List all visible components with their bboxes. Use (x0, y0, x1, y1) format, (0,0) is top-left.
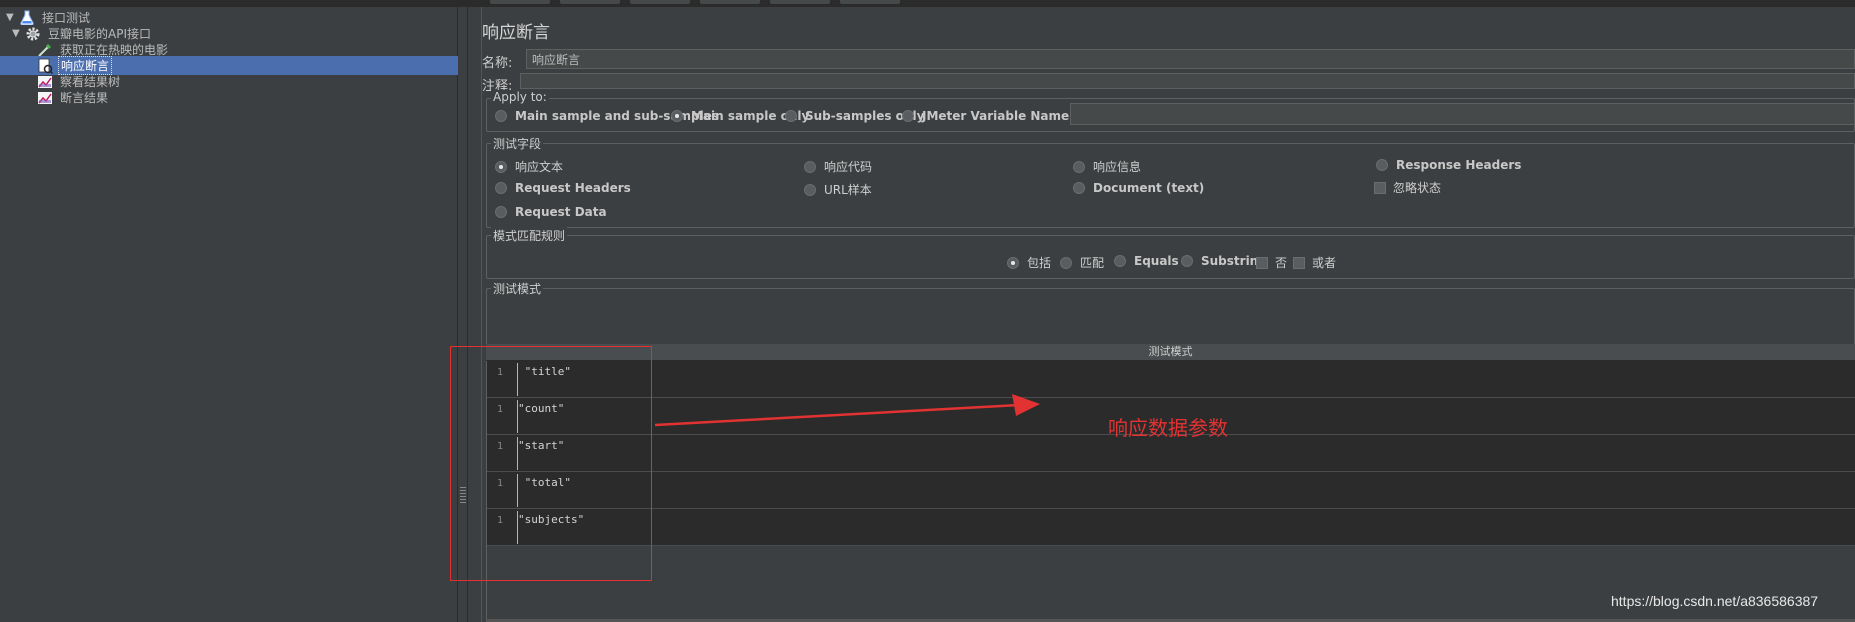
radio-icon[interactable] (495, 206, 507, 218)
line-number: 1 (497, 367, 504, 378)
page-title: 响应断言 (482, 23, 550, 43)
pattern-text[interactable]: "title" (518, 365, 571, 378)
pattern-row[interactable]: 1 "total" (487, 472, 1855, 509)
radio-icon[interactable] (785, 110, 797, 122)
radio-icon[interactable] (1073, 182, 1085, 194)
comment-input[interactable] (520, 73, 1855, 89)
tree-item-label: 断言结果 (60, 91, 109, 105)
radio-request-data[interactable]: Request Data (495, 205, 607, 219)
name-label: 名称: (482, 56, 513, 71)
radio-icon[interactable] (1376, 159, 1388, 171)
name-input[interactable] (526, 49, 1855, 69)
pattern-rules-group: 模式匹配规则 包括 匹配 Equals Substring 否 或者 (486, 227, 1855, 279)
pattern-text[interactable]: "subjects" (518, 513, 584, 526)
radio-document-text[interactable]: Document (text) (1073, 181, 1204, 195)
radio-icon[interactable] (1114, 255, 1126, 267)
radio-icon[interactable] (1181, 255, 1193, 267)
test-plan-tree: ▼ 接口测试 ▼ 豆瓣电影的API接口 获取正在热映的电影 响应断言 察看结果树… (0, 7, 458, 622)
radio-icon[interactable] (495, 182, 507, 194)
panel-gutter (469, 7, 482, 622)
checkbox-icon[interactable] (1293, 256, 1305, 269)
radio-response-headers[interactable]: Response Headers (1376, 158, 1521, 172)
radio-icon[interactable] (1073, 160, 1085, 173)
test-field-group: 测试字段 响应文本 响应代码 响应信息 Response Headers Req… (486, 135, 1855, 228)
pattern-row[interactable]: 1 "title" (487, 361, 1855, 398)
pattern-row[interactable]: 1 "subjects" (487, 509, 1855, 546)
checkbox-icon[interactable] (1374, 181, 1386, 194)
radio-equals[interactable]: Equals (1114, 254, 1179, 268)
radio-icon[interactable] (1007, 256, 1019, 269)
radio-icon[interactable] (1060, 256, 1072, 269)
radio-response-text[interactable]: 响应文本 (495, 158, 563, 175)
radio-contains[interactable]: 包括 (1007, 254, 1051, 271)
jmeter-window: ▼ 接口测试 ▼ 豆瓣电影的API接口 获取正在热映的电影 响应断言 察看结果树… (0, 0, 1855, 622)
patterns-table: 1 "title" 1 "count" 1 "start" 1 "total" … (486, 361, 1855, 619)
radio-icon[interactable] (902, 110, 914, 122)
pattern-rules-title: 模式匹配规则 (491, 227, 568, 244)
assertion-editor-panel: 响应断言 名称: 注释: Apply to: Main sample and s… (482, 7, 1855, 622)
test-field-title: 测试字段 (491, 135, 544, 152)
top-toolbar-strip (0, 0, 1855, 7)
pattern-text[interactable]: "count" (518, 402, 564, 415)
annotation-label: 响应数据参数 (1108, 416, 1228, 440)
expand-toggle-icon[interactable]: ▼ (6, 12, 18, 23)
radio-response-code[interactable]: 响应代码 (804, 158, 872, 175)
line-number: 1 (497, 441, 504, 452)
radio-url-sample[interactable]: URL样本 (804, 181, 872, 198)
line-number: 1 (497, 515, 504, 526)
splitter-grip-icon[interactable] (460, 487, 466, 503)
radio-icon[interactable] (804, 183, 816, 196)
radio-substring[interactable]: Substring (1181, 254, 1267, 268)
checkbox-icon[interactable] (1256, 256, 1268, 269)
patterns-title: 测试模式 (491, 280, 544, 297)
apply-to-title: Apply to: (491, 90, 549, 104)
patterns-table-header[interactable]: 测试模式 (486, 344, 1855, 361)
line-number: 1 (497, 478, 504, 489)
radio-icon[interactable] (495, 110, 507, 122)
not-checkbox[interactable]: 否 (1256, 254, 1287, 271)
radio-icon[interactable] (495, 160, 507, 173)
pattern-text[interactable]: "total" (518, 476, 571, 489)
panel-splitter[interactable] (458, 7, 468, 622)
radio-matches[interactable]: 匹配 (1060, 254, 1104, 271)
line-number: 1 (497, 404, 504, 415)
radio-response-message[interactable]: 响应信息 (1073, 158, 1141, 175)
radio-request-headers[interactable]: Request Headers (495, 181, 631, 195)
ignore-status-checkbox[interactable]: 忽略状态 (1374, 179, 1441, 196)
tree-item-assertion-results[interactable]: 断言结果 (36, 88, 110, 107)
chart-icon (36, 90, 54, 106)
or-checkbox[interactable]: 或者 (1293, 254, 1336, 271)
apply-to-group: Apply to: Main sample and sub-samples Ma… (486, 90, 1855, 132)
pattern-text[interactable]: "start" (518, 439, 564, 452)
expand-toggle-icon[interactable]: ▼ (12, 28, 24, 39)
watermark-text: https://blog.csdn.net/a836586387 (1611, 593, 1819, 609)
radio-icon[interactable] (804, 160, 816, 173)
radio-icon[interactable] (671, 110, 683, 122)
jmeter-variable-input[interactable] (1070, 103, 1855, 125)
